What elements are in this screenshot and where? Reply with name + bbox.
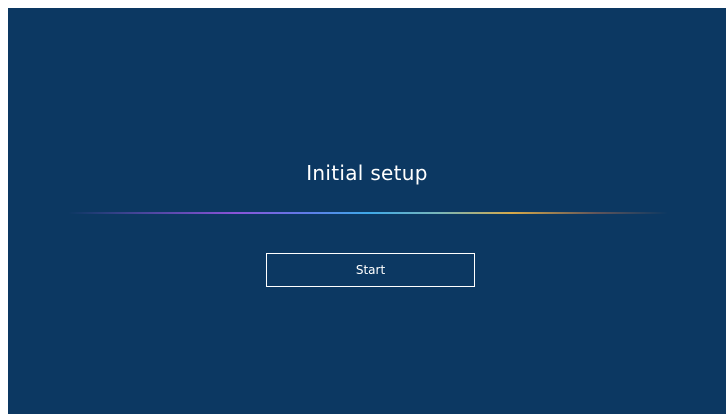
setup-screen: Initial setup Start <box>8 8 726 414</box>
gradient-divider <box>68 212 668 214</box>
page-title: Initial setup <box>306 161 428 185</box>
start-button[interactable]: Start <box>266 253 475 287</box>
